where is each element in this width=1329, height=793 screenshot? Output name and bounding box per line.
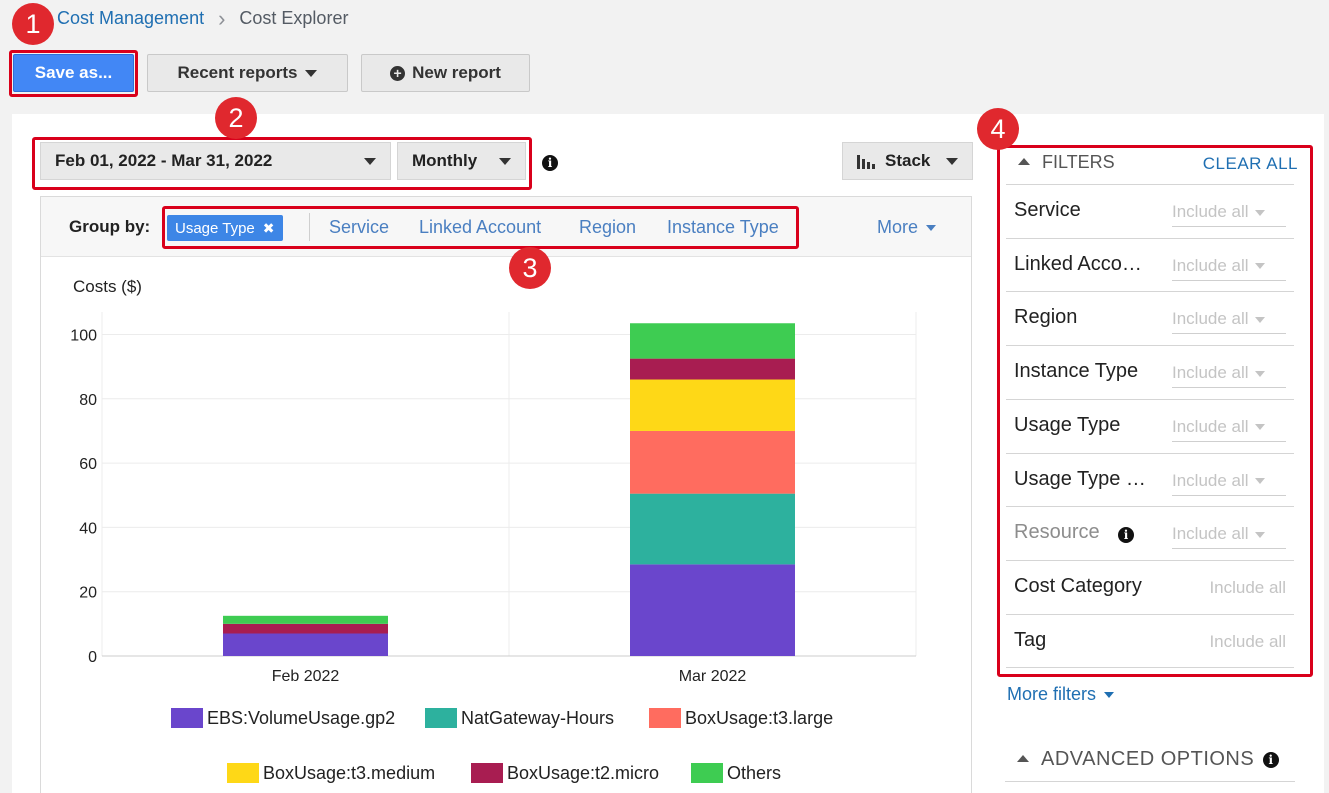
chevron-right-icon: › [218,5,226,31]
annotation-box-4 [997,145,1313,677]
new-report-button[interactable]: + New report [361,54,530,92]
group-by-more-label: More [877,217,919,237]
caret-down-icon [926,225,937,232]
annotation-box-2 [32,137,532,190]
chart-style-select[interactable]: Stack [842,142,973,180]
group-by-more[interactable]: More [877,217,937,238]
info-icon[interactable]: i [542,155,558,171]
recent-reports-label: Recent reports [177,63,298,82]
annotation-box-1 [9,50,138,97]
plus-circle-icon: + [390,65,406,81]
chart-card: Group by: Usage Type ✖ Service Linked Ac… [40,196,972,793]
annotation-badge-2: 2 [215,97,257,139]
recent-reports-button[interactable]: Recent reports [147,54,348,92]
annotation-badge-4: 4 [977,108,1019,150]
more-filters-link[interactable]: More filters [1007,684,1115,705]
annotation-badge-1: 1 [12,3,54,45]
breadcrumb-cost-management-link[interactable]: Cost Management [57,8,204,29]
more-filters-label: More filters [1007,684,1097,704]
breadcrumb-current: Cost Explorer [239,8,349,28]
annotation-badge-3: 3 [509,247,551,289]
breadcrumb: Cost Management › Cost Explorer [57,5,349,31]
group-by-label: Group by: [69,217,151,236]
caret-down-icon [305,69,318,77]
collapse-icon [1017,755,1029,762]
advanced-options-header[interactable]: ADVANCED OPTIONS i [1005,748,1295,782]
info-icon[interactable]: i [1263,752,1279,768]
advanced-options-title: ADVANCED OPTIONS [1041,748,1255,770]
caret-down-icon [946,158,958,165]
annotation-box-3 [162,206,799,249]
bar-chart-icon [857,155,875,169]
chart-style-value: Stack [885,151,931,170]
caret-down-icon [1104,692,1115,699]
new-report-label: New report [412,63,501,82]
